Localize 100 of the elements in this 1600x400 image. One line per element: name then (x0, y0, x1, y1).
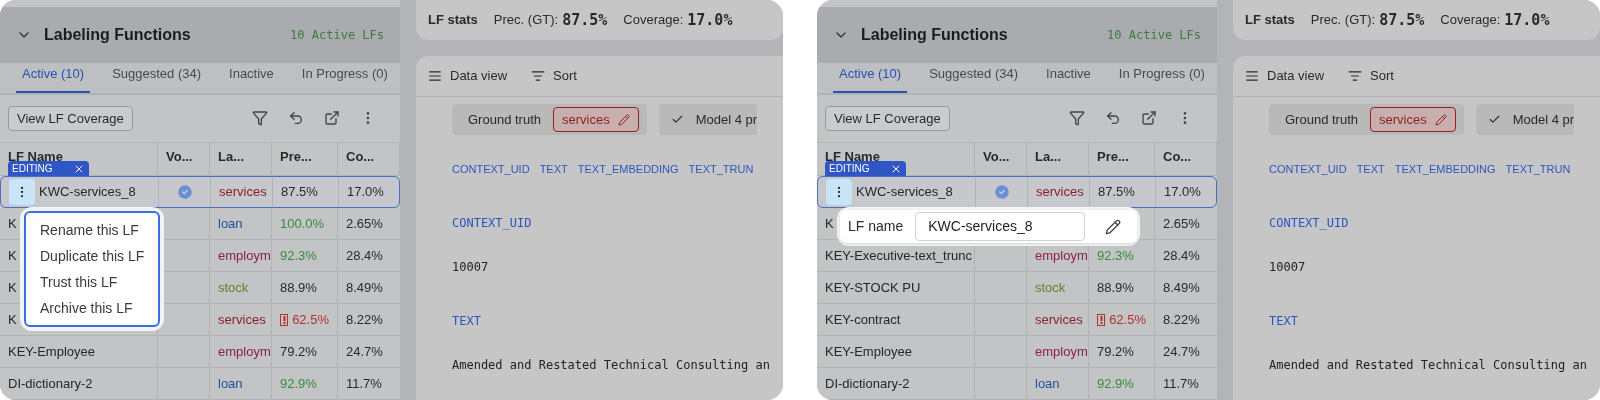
coverage-value: 8.22% (1163, 310, 1200, 329)
field-value: Amended and Restated Technical Consulting an (452, 356, 771, 374)
column-header[interactable]: Pre... (280, 149, 312, 164)
label-chip[interactable]: services (553, 107, 639, 132)
stats-title: LF stats (1245, 11, 1295, 30)
view-coverage-button[interactable]: View LF Coverage (8, 105, 133, 132)
view-coverage-button[interactable]: View LF Coverage (825, 105, 950, 132)
table-row[interactable]: KEY-Employee employm 79.2% 24.7% (0, 336, 400, 368)
lf-name: DI-dictionary-2 (8, 374, 93, 393)
active-count: 10 Active LFs (1107, 26, 1201, 44)
field-value: 10007 (452, 258, 490, 276)
column-link[interactable]: TEXT_TRUN (1505, 161, 1571, 178)
table-row[interactable]: DI-dictionary-2 loan 92.9% 11.7% (817, 368, 1217, 400)
menu-item[interactable]: Rename this LF (26, 217, 159, 243)
check-icon (1487, 113, 1501, 126)
column-link[interactable]: TEXT_EMBEDDING (1394, 161, 1496, 178)
label-text: services (1036, 183, 1084, 202)
tab[interactable]: Suggested (34) (106, 64, 208, 93)
sort-button[interactable]: Sort (1348, 66, 1394, 86)
field-label: LF name (848, 217, 904, 236)
precision-value: 100.0% (280, 214, 325, 233)
coverage-value: 8.49% (1163, 278, 1200, 297)
label-text: employm (1035, 246, 1088, 265)
menu-item[interactable]: Trust this LF (26, 269, 159, 295)
tab[interactable]: In Progress (0) (1112, 64, 1211, 93)
table-row[interactable]: KEY-STOCK PU stock 88.9% 8.49% (817, 272, 1217, 304)
data-view-button[interactable]: Data view (1245, 66, 1325, 86)
stat-value: 17.0% (1504, 9, 1550, 31)
filter-icon[interactable] (1069, 110, 1085, 127)
lf-name: KEY-contract (825, 310, 901, 329)
undo-icon[interactable] (288, 110, 304, 127)
undo-icon[interactable] (1105, 110, 1121, 127)
column-link[interactable]: TEXT_EMBEDDING (577, 161, 679, 178)
menu-item[interactable]: Duplicate this LF (26, 243, 159, 269)
table-row[interactable]: KWC-services_8 services 87.5% 17.0% (0, 176, 400, 208)
stat-label: Coverage: (1440, 11, 1501, 30)
column-header[interactable]: LF Name (825, 149, 880, 164)
column-header[interactable]: Vo... (166, 149, 193, 164)
stats-title: LF stats (428, 11, 478, 30)
precision-value: 92.3% (1097, 246, 1134, 265)
tab[interactable]: Inactive (1040, 64, 1097, 93)
column-link[interactable]: CONTEXT_UID (1269, 161, 1347, 178)
table-row[interactable]: DI-dictionary-2 loan 92.9% 11.7% (0, 368, 400, 400)
column-header[interactable]: Co... (1163, 149, 1192, 164)
tab[interactable]: Suggested (34) (923, 64, 1025, 93)
edit-icon[interactable] (1105, 218, 1122, 235)
precision-value: 92.3% (280, 246, 317, 265)
label-text: employm (1035, 342, 1088, 361)
column-header[interactable]: La... (218, 149, 244, 164)
external-link-icon[interactable] (324, 110, 340, 127)
chip-label: Ground truth (468, 110, 541, 129)
tab[interactable]: Active (10) (833, 64, 908, 93)
precision-value: 79.2% (280, 342, 317, 361)
table-row[interactable]: KEY-Employee employm 79.2% 24.7% (817, 336, 1217, 368)
precision-value: 92.9% (1097, 374, 1134, 393)
lf-name: DI-dictionary-2 (825, 374, 910, 393)
chip-label: Ground truth (1285, 110, 1358, 129)
column-header[interactable]: Vo... (983, 149, 1010, 164)
model-chip[interactable]: Model 4 pr (658, 104, 758, 135)
coverage-value: 24.7% (1163, 342, 1200, 361)
check-icon (670, 113, 684, 126)
column-link[interactable]: TEXT (1356, 161, 1385, 178)
column-link[interactable]: TEXT_TRUN (688, 161, 754, 178)
edit-icon (617, 113, 630, 126)
filter-icon[interactable] (252, 110, 268, 127)
column-header[interactable]: Pre... (1097, 149, 1129, 164)
label-chip[interactable]: services (1370, 107, 1456, 132)
precision-value: 62.5% (1109, 310, 1146, 329)
coverage-value: 2.65% (1163, 214, 1200, 233)
column-link[interactable]: CONTEXT_UID (452, 161, 530, 178)
tab[interactable]: Inactive (223, 64, 280, 93)
lines-icon (428, 69, 442, 83)
column-header[interactable]: Co... (346, 149, 375, 164)
label-text: loan (1035, 374, 1060, 393)
lf-name: K (8, 214, 17, 233)
precision-value: 79.2% (1097, 342, 1134, 361)
sort-button[interactable]: Sort (531, 66, 577, 86)
lf-name: K (8, 310, 17, 329)
column-link[interactable]: TEXT (539, 161, 568, 178)
data-view-button[interactable]: Data view (428, 66, 508, 86)
column-header[interactable]: La... (1035, 149, 1061, 164)
stat-value: 87.5% (1379, 9, 1425, 31)
field-value: 10007 (1269, 258, 1307, 276)
name-input-field[interactable]: KWC-services_8 (915, 212, 1086, 241)
table-row[interactable]: KWC-services_8 services 87.5% 17.0% (817, 176, 1217, 208)
field-name: TEXT (452, 312, 482, 330)
external-link-icon[interactable] (1141, 110, 1157, 127)
column-header[interactable]: LF Name (8, 149, 63, 164)
tab[interactable]: In Progress (0) (295, 64, 394, 93)
precision-value: 87.5% (281, 183, 318, 202)
table-row[interactable]: KEY-contract services 62.5% 8.22% (817, 304, 1217, 336)
coverage-value: 24.7% (346, 342, 383, 361)
lf-name: KEY-Executive-text_trunc (825, 246, 972, 265)
label-text: services (219, 183, 267, 202)
model-chip[interactable]: Model 4 pr (1475, 104, 1575, 135)
coverage-value: 11.7% (1163, 374, 1199, 393)
precision-value: 88.9% (1097, 278, 1134, 297)
stat-label: Prec. (GT): (1310, 11, 1376, 30)
badge-text: EDITING (12, 162, 53, 176)
tab[interactable]: Active (10) (16, 64, 91, 93)
